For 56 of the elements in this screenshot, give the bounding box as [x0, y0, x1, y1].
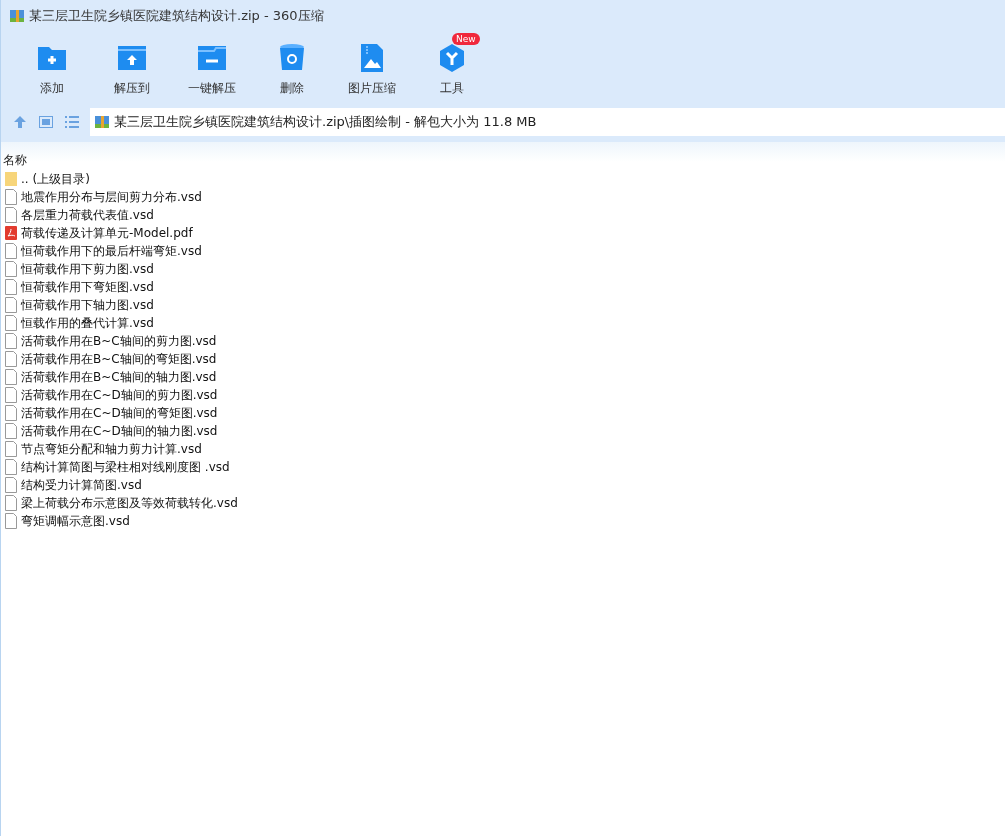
file-name[interactable]: 恒荷载作用下弯矩图.vsd — [21, 278, 154, 296]
up-arrow-icon[interactable] — [12, 114, 28, 130]
file-name[interactable]: 各层重力荷载代表值.vsd — [21, 206, 154, 224]
file-icon — [4, 297, 18, 313]
file-name[interactable]: 活荷载作用在B~C轴间的剪力图.vsd — [21, 332, 217, 350]
file-icon — [4, 279, 18, 295]
file-name[interactable]: 结构计算简图与梁柱相对线刚度图 .vsd — [21, 458, 230, 476]
file-icon — [4, 495, 18, 511]
file-name[interactable]: 活荷载作用在C~D轴间的弯矩图.vsd — [21, 404, 218, 422]
file-icon — [4, 243, 18, 259]
column-header[interactable]: 名称 — [1, 150, 35, 170]
thumbnail-view-icon[interactable] — [38, 114, 54, 130]
file-name[interactable]: 恒载作用的叠代计算.vsd — [21, 314, 154, 332]
file-icon — [4, 423, 18, 439]
file-name[interactable]: 恒荷载作用下剪力图.vsd — [21, 260, 154, 278]
file-icon — [4, 459, 18, 475]
file-name[interactable]: 结构受力计算简图.vsd — [21, 476, 142, 494]
file-name[interactable]: 恒荷载作用下的最后杆端弯矩.vsd — [21, 242, 202, 260]
toolbar-button[interactable]: 删除 — [259, 32, 325, 104]
toolbar-button[interactable]: 一键解压 — [179, 32, 245, 104]
file-icon — [4, 477, 18, 493]
list-view-icon[interactable] — [64, 114, 80, 130]
file-name[interactable]: 活荷载作用在C~D轴间的剪力图.vsd — [21, 386, 218, 404]
file-icon — [4, 207, 18, 223]
file-name[interactable]: 梁上荷载分布示意图及等效荷载转化.vsd — [21, 494, 238, 512]
file-name[interactable]: 活荷载作用在B~C轴间的弯矩图.vsd — [21, 350, 217, 368]
toolbar-button[interactable]: New 工具 — [419, 32, 485, 104]
file-icon — [4, 513, 18, 529]
file-name[interactable]: 荷载传递及计算单元-Model.pdf — [21, 224, 193, 242]
file-name[interactable]: 活荷载作用在B~C轴间的轴力图.vsd — [21, 368, 217, 386]
file-icon — [4, 405, 18, 421]
file-name[interactable]: 弯矩调幅示意图.vsd — [21, 512, 130, 530]
file-icon — [4, 369, 18, 385]
archive-icon — [9, 8, 25, 24]
folder-icon — [4, 171, 18, 187]
file-icon — [4, 315, 18, 331]
file-name[interactable]: 节点弯矩分配和轴力剪力计算.vsd — [21, 440, 202, 458]
file-icon — [4, 387, 18, 403]
pdf-file-icon — [4, 225, 18, 241]
archive-icon — [94, 114, 110, 130]
file-name[interactable]: .. (上级目录) — [21, 170, 90, 188]
address-path: 某三层卫生院乡镇医院建筑结构设计.zip\插图绘制 - 解包大小为 11.8 MB — [114, 113, 537, 131]
toolbar-button[interactable]: 解压到 — [99, 32, 165, 104]
file-name[interactable]: 活荷载作用在C~D轴间的轴力图.vsd — [21, 422, 218, 440]
address-bar[interactable]: 某三层卫生院乡镇医院建筑结构设计.zip\插图绘制 - 解包大小为 11.8 MB — [90, 108, 1005, 136]
file-name[interactable]: 恒荷载作用下轴力图.vsd — [21, 296, 154, 314]
toolbar-button[interactable]: 图片压缩 — [339, 32, 405, 104]
file-icon — [4, 261, 18, 277]
file-icon — [4, 189, 18, 205]
file-icon — [4, 351, 18, 367]
file-name[interactable]: 地震作用分布与层间剪力分布.vsd — [21, 188, 202, 206]
new-badge: New — [452, 33, 480, 45]
window-title: 某三层卫生院乡镇医院建筑结构设计.zip - 360压缩 — [29, 7, 324, 25]
file-icon — [4, 441, 18, 457]
file-icon — [4, 333, 18, 349]
toolbar-button[interactable]: 添加 — [19, 32, 85, 104]
